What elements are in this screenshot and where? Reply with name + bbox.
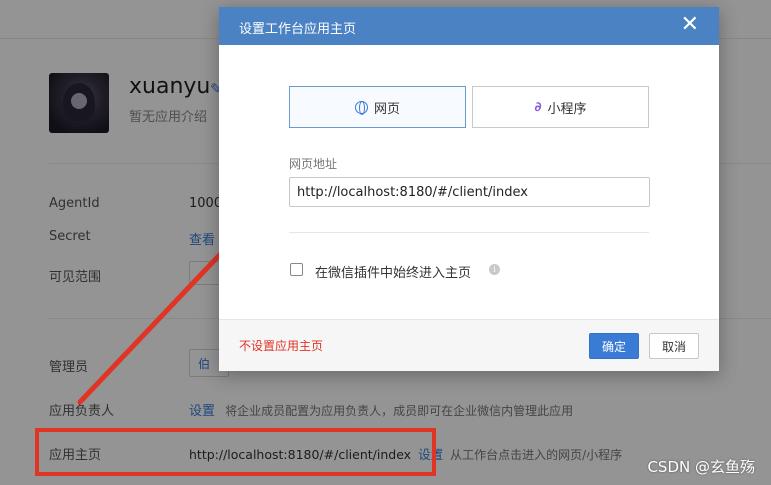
- always-enter-home-label: 在微信插件中始终进入主页: [315, 266, 472, 281]
- tab-miniprogram-label: 小程序: [547, 101, 587, 117]
- url-field-label: 网页地址: [289, 157, 338, 171]
- always-enter-home-checkbox[interactable]: [290, 263, 303, 276]
- homepage-type-tabs: 网页 ∂ 小程序: [289, 86, 649, 128]
- dialog-title: 设置工作台应用主页: [239, 22, 357, 37]
- tab-webpage-label: 网页: [373, 101, 400, 117]
- set-homepage-dialog: 设置工作台应用主页 ✕ 网页 ∂ 小程序 网页地址 在微信插件中始终进入主页 i…: [219, 7, 719, 371]
- annotation-highlight-box: [35, 428, 436, 476]
- miniprogram-icon: ∂: [534, 99, 542, 115]
- info-icon[interactable]: i: [489, 264, 500, 275]
- no-homepage-link[interactable]: 不设置应用主页: [239, 337, 323, 354]
- watermark: CSDN @玄鱼殇: [647, 458, 755, 476]
- dialog-footer: 不设置应用主页 确定 取消: [219, 319, 719, 371]
- tab-webpage[interactable]: 网页: [289, 86, 466, 128]
- cancel-button[interactable]: 取消: [649, 333, 699, 359]
- close-icon[interactable]: ✕: [681, 13, 699, 37]
- url-input[interactable]: [289, 177, 650, 207]
- dialog-divider: [289, 232, 649, 233]
- globe-icon: [354, 100, 368, 115]
- confirm-button[interactable]: 确定: [589, 333, 639, 359]
- tab-miniprogram[interactable]: ∂ 小程序: [472, 86, 649, 128]
- dialog-header: 设置工作台应用主页 ✕: [219, 7, 719, 45]
